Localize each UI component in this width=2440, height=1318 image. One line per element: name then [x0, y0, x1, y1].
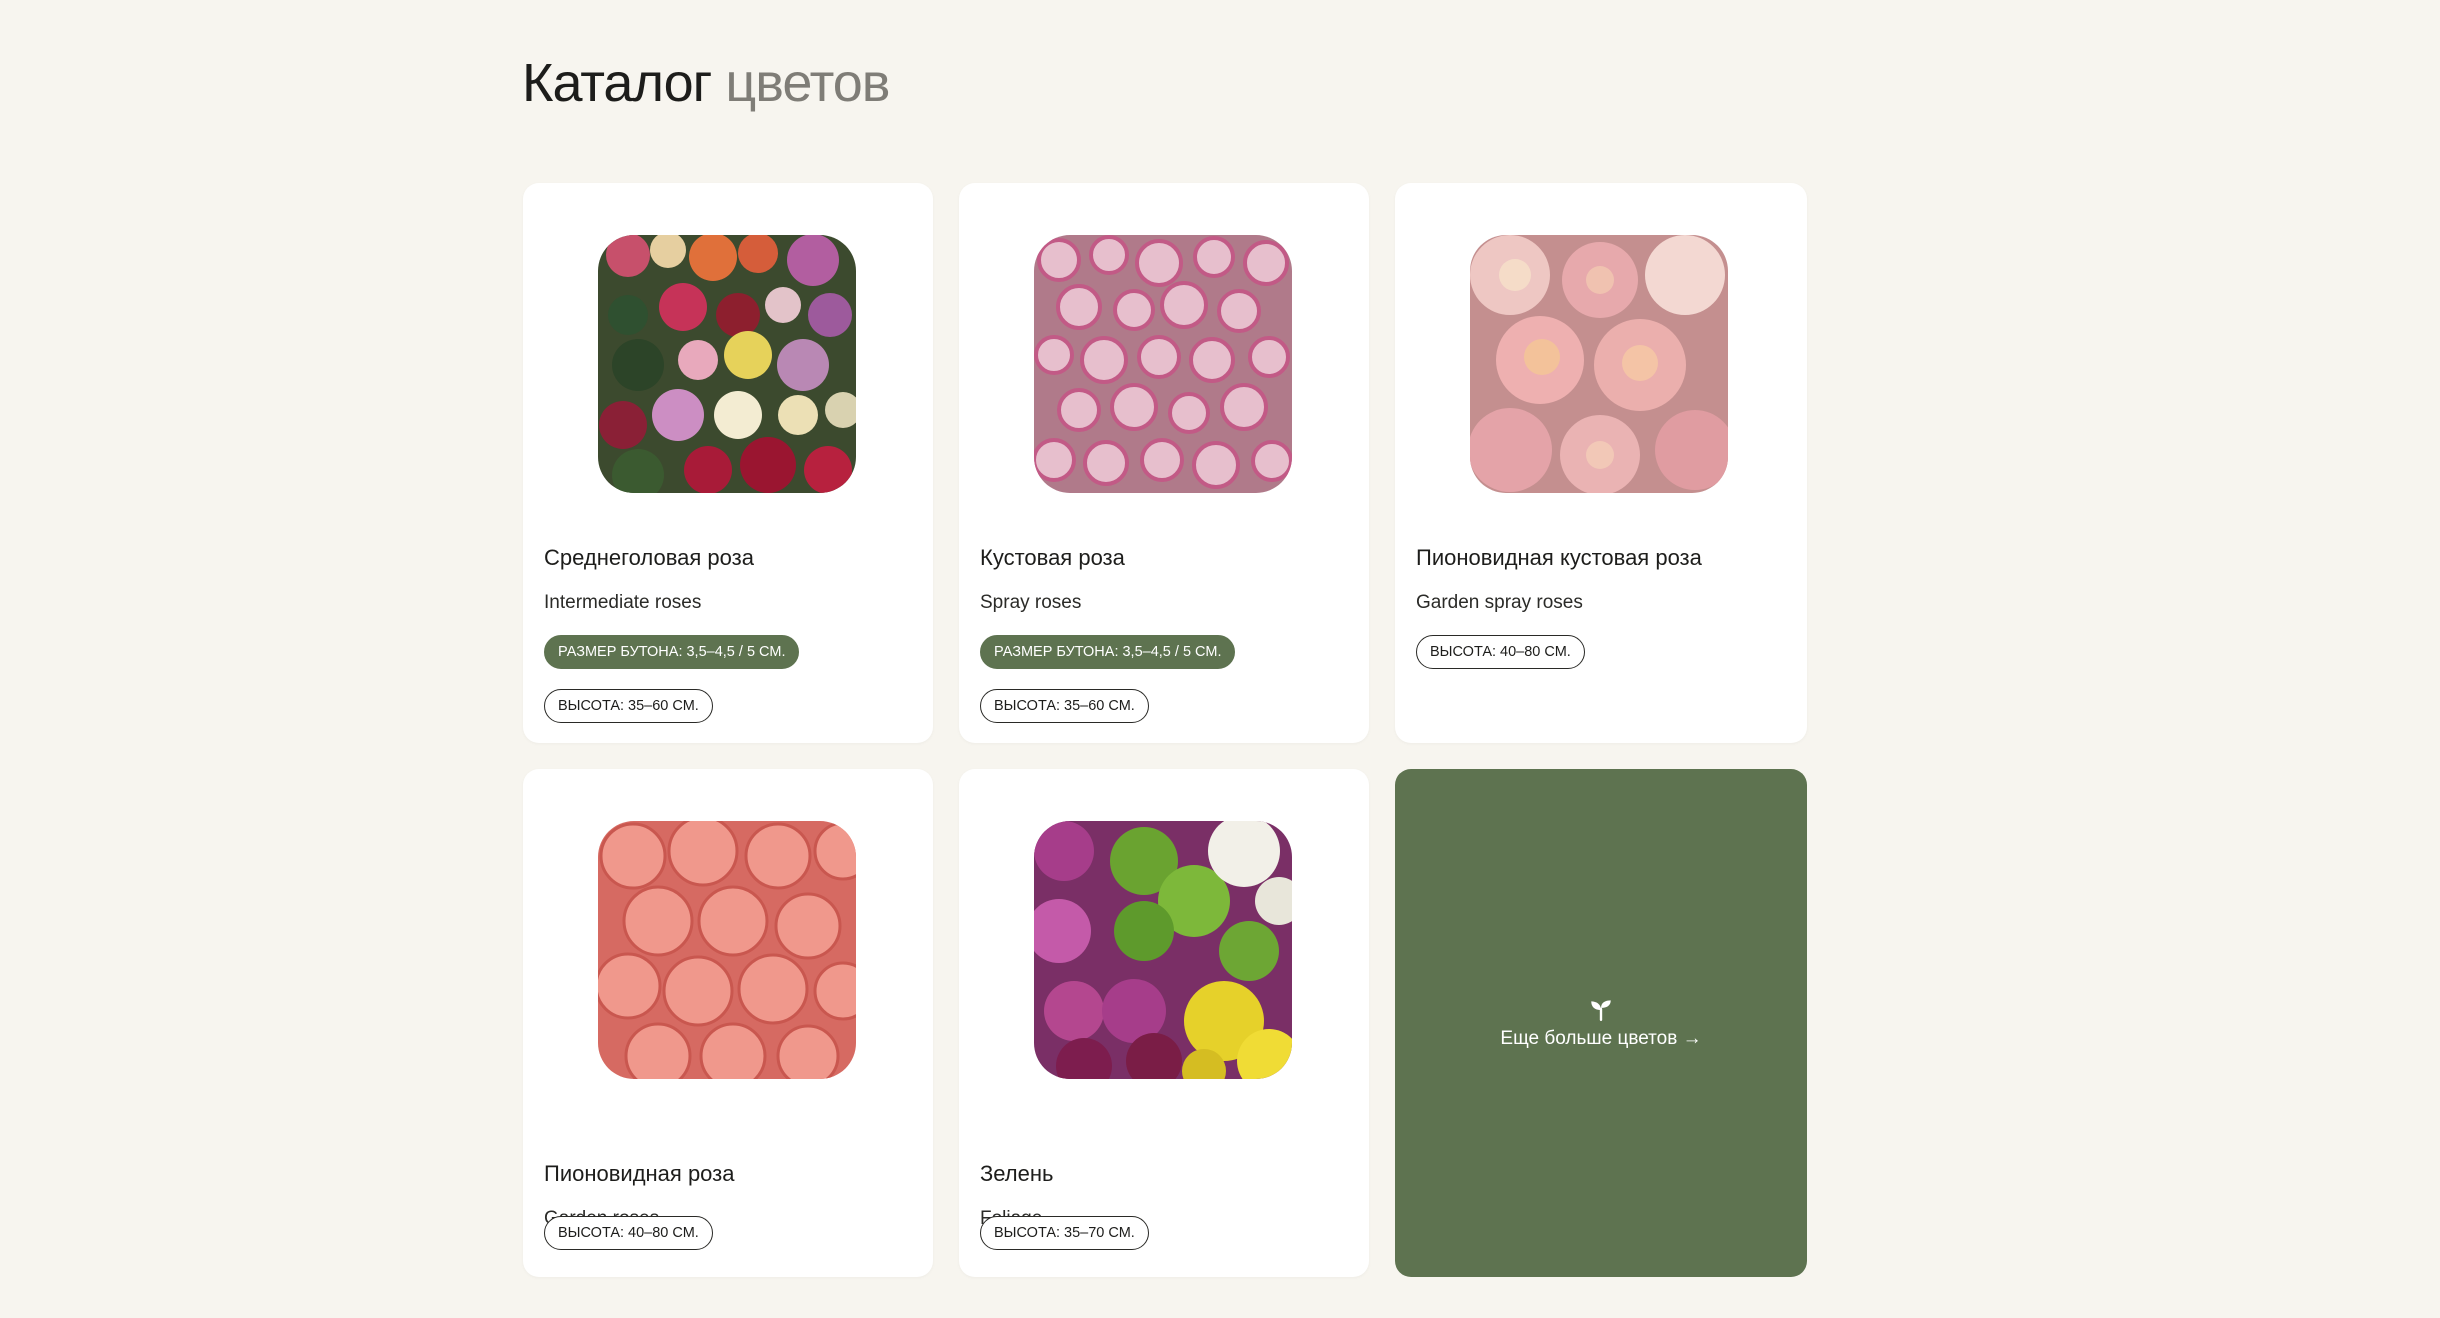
product-image [1034, 821, 1292, 1079]
chrysanthemums-foliage-image [1034, 821, 1292, 1079]
product-card-garden-spray-roses[interactable]: Пионовидная кустовая роза Garden spray r… [1395, 183, 1807, 743]
product-latin-name: Garden spray roses [1416, 592, 1583, 613]
coral-garden-roses-image [598, 821, 856, 1079]
catalog-grid: Среднеголовая роза Intermediate roses РА… [523, 183, 1807, 1277]
height-tag: ВЫСОТА: 35–70 СМ. [980, 1216, 1149, 1250]
more-flowers-button[interactable]: Еще больше цветов → [1395, 769, 1807, 1277]
mixed-roses-image [598, 235, 856, 493]
product-card-foliage[interactable]: Зелень Foliage ВЫСОТА: 35–70 СМ. [959, 769, 1369, 1277]
product-card-spray-roses[interactable]: Кустовая роза Spray roses РАЗМЕР БУТОНА:… [959, 183, 1369, 743]
page-title-accent: цветов [725, 53, 890, 113]
peony-spray-roses-image [1470, 235, 1728, 493]
height-tag: ВЫСОТА: 40–80 СМ. [1416, 635, 1585, 669]
product-name: Пионовидная роза [544, 1161, 735, 1186]
page-title-main: Каталог [522, 53, 712, 113]
height-tag: ВЫСОТА: 40–80 СМ. [544, 1216, 713, 1250]
product-name: Зелень [980, 1161, 1054, 1186]
height-tag: ВЫСОТА: 35–60 СМ. [544, 689, 713, 723]
product-latin-name: Intermediate roses [544, 592, 702, 613]
product-name: Кустовая роза [980, 545, 1125, 570]
product-name: Среднеголовая роза [544, 545, 754, 570]
product-card-intermediate-roses[interactable]: Среднеголовая роза Intermediate roses РА… [523, 183, 933, 743]
bud-size-tag: РАЗМЕР БУТОНА: 3,5–4,5 / 5 СМ. [544, 635, 800, 669]
product-image [1470, 235, 1728, 493]
product-image [1034, 235, 1292, 493]
product-image [598, 235, 856, 493]
product-card-garden-roses[interactable]: Пионовидная роза Garden roses ВЫСОТА: 40… [523, 769, 933, 1277]
more-flowers-label: Еще больше цветов → [1500, 1028, 1702, 1049]
product-name: Пионовидная кустовая роза [1416, 545, 1702, 570]
pink-spray-roses-image [1034, 235, 1292, 493]
product-image [598, 821, 856, 1079]
page-title: Каталог цветов [522, 52, 890, 114]
bud-size-tag: РАЗМЕР БУТОНА: 3,5–4,5 / 5 СМ. [980, 635, 1236, 669]
sprout-icon [1591, 1000, 1611, 1022]
height-tag: ВЫСОТА: 35–60 СМ. [980, 689, 1149, 723]
product-latin-name: Spray roses [980, 592, 1082, 613]
catalog-page: Каталог цветов Среднеголовая роза Interm… [0, 0, 2440, 1318]
